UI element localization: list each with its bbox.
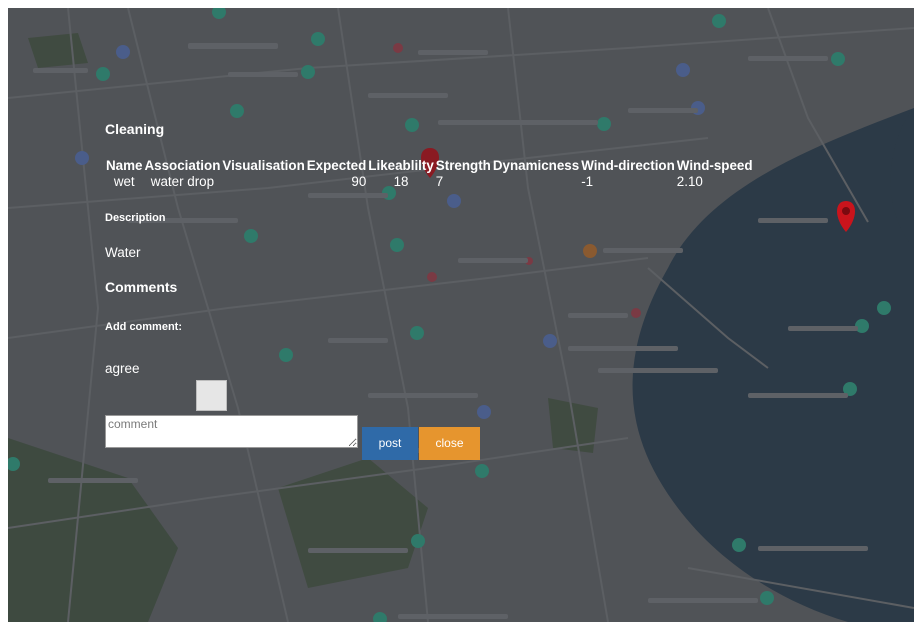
table-cell [492,174,580,190]
table-cell [221,174,305,190]
table-cell: 90 [351,174,367,189]
comment-item: agree [105,361,140,376]
column-header: Wind-direction [581,158,675,173]
column-header: Dynamicness [492,158,580,173]
comments-heading: Comments [105,279,178,295]
post-button[interactable]: post [362,427,418,460]
detail-overlay: Cleaning Name Association Visualisation … [8,8,914,622]
description-label: Description [105,212,166,224]
column-header: Visualisation [222,158,305,173]
info-table: Name Association Visualisation Expected … [105,158,754,190]
comment-input[interactable] [105,415,358,448]
table-cell: 18 [393,174,409,189]
close-button[interactable]: close [419,427,480,460]
column-header: Expected [306,158,367,173]
panel-title: Cleaning [105,121,165,137]
add-comment-label: Add comment: [105,321,182,333]
table-row: wet water drop 90 18 7 -1 2.10 [105,174,754,190]
table-header-row: Name Association Visualisation Expected … [105,158,754,174]
column-header: Likeablilty [368,158,434,173]
column-header: Association [144,158,221,173]
map-frame: Cleaning Name Association Visualisation … [8,8,914,622]
column-header: Name [106,158,143,173]
table-cell: 2.10 [676,174,703,189]
column-header: Strength [435,158,491,173]
table-cell: -1 [581,174,594,189]
column-header: Wind-speed [676,158,753,173]
table-cell: water drop [150,174,215,189]
table-cell: 7 [435,174,444,189]
description-value: Water [105,245,141,260]
comment-square-button[interactable] [196,380,227,411]
table-cell: wet [113,174,135,189]
